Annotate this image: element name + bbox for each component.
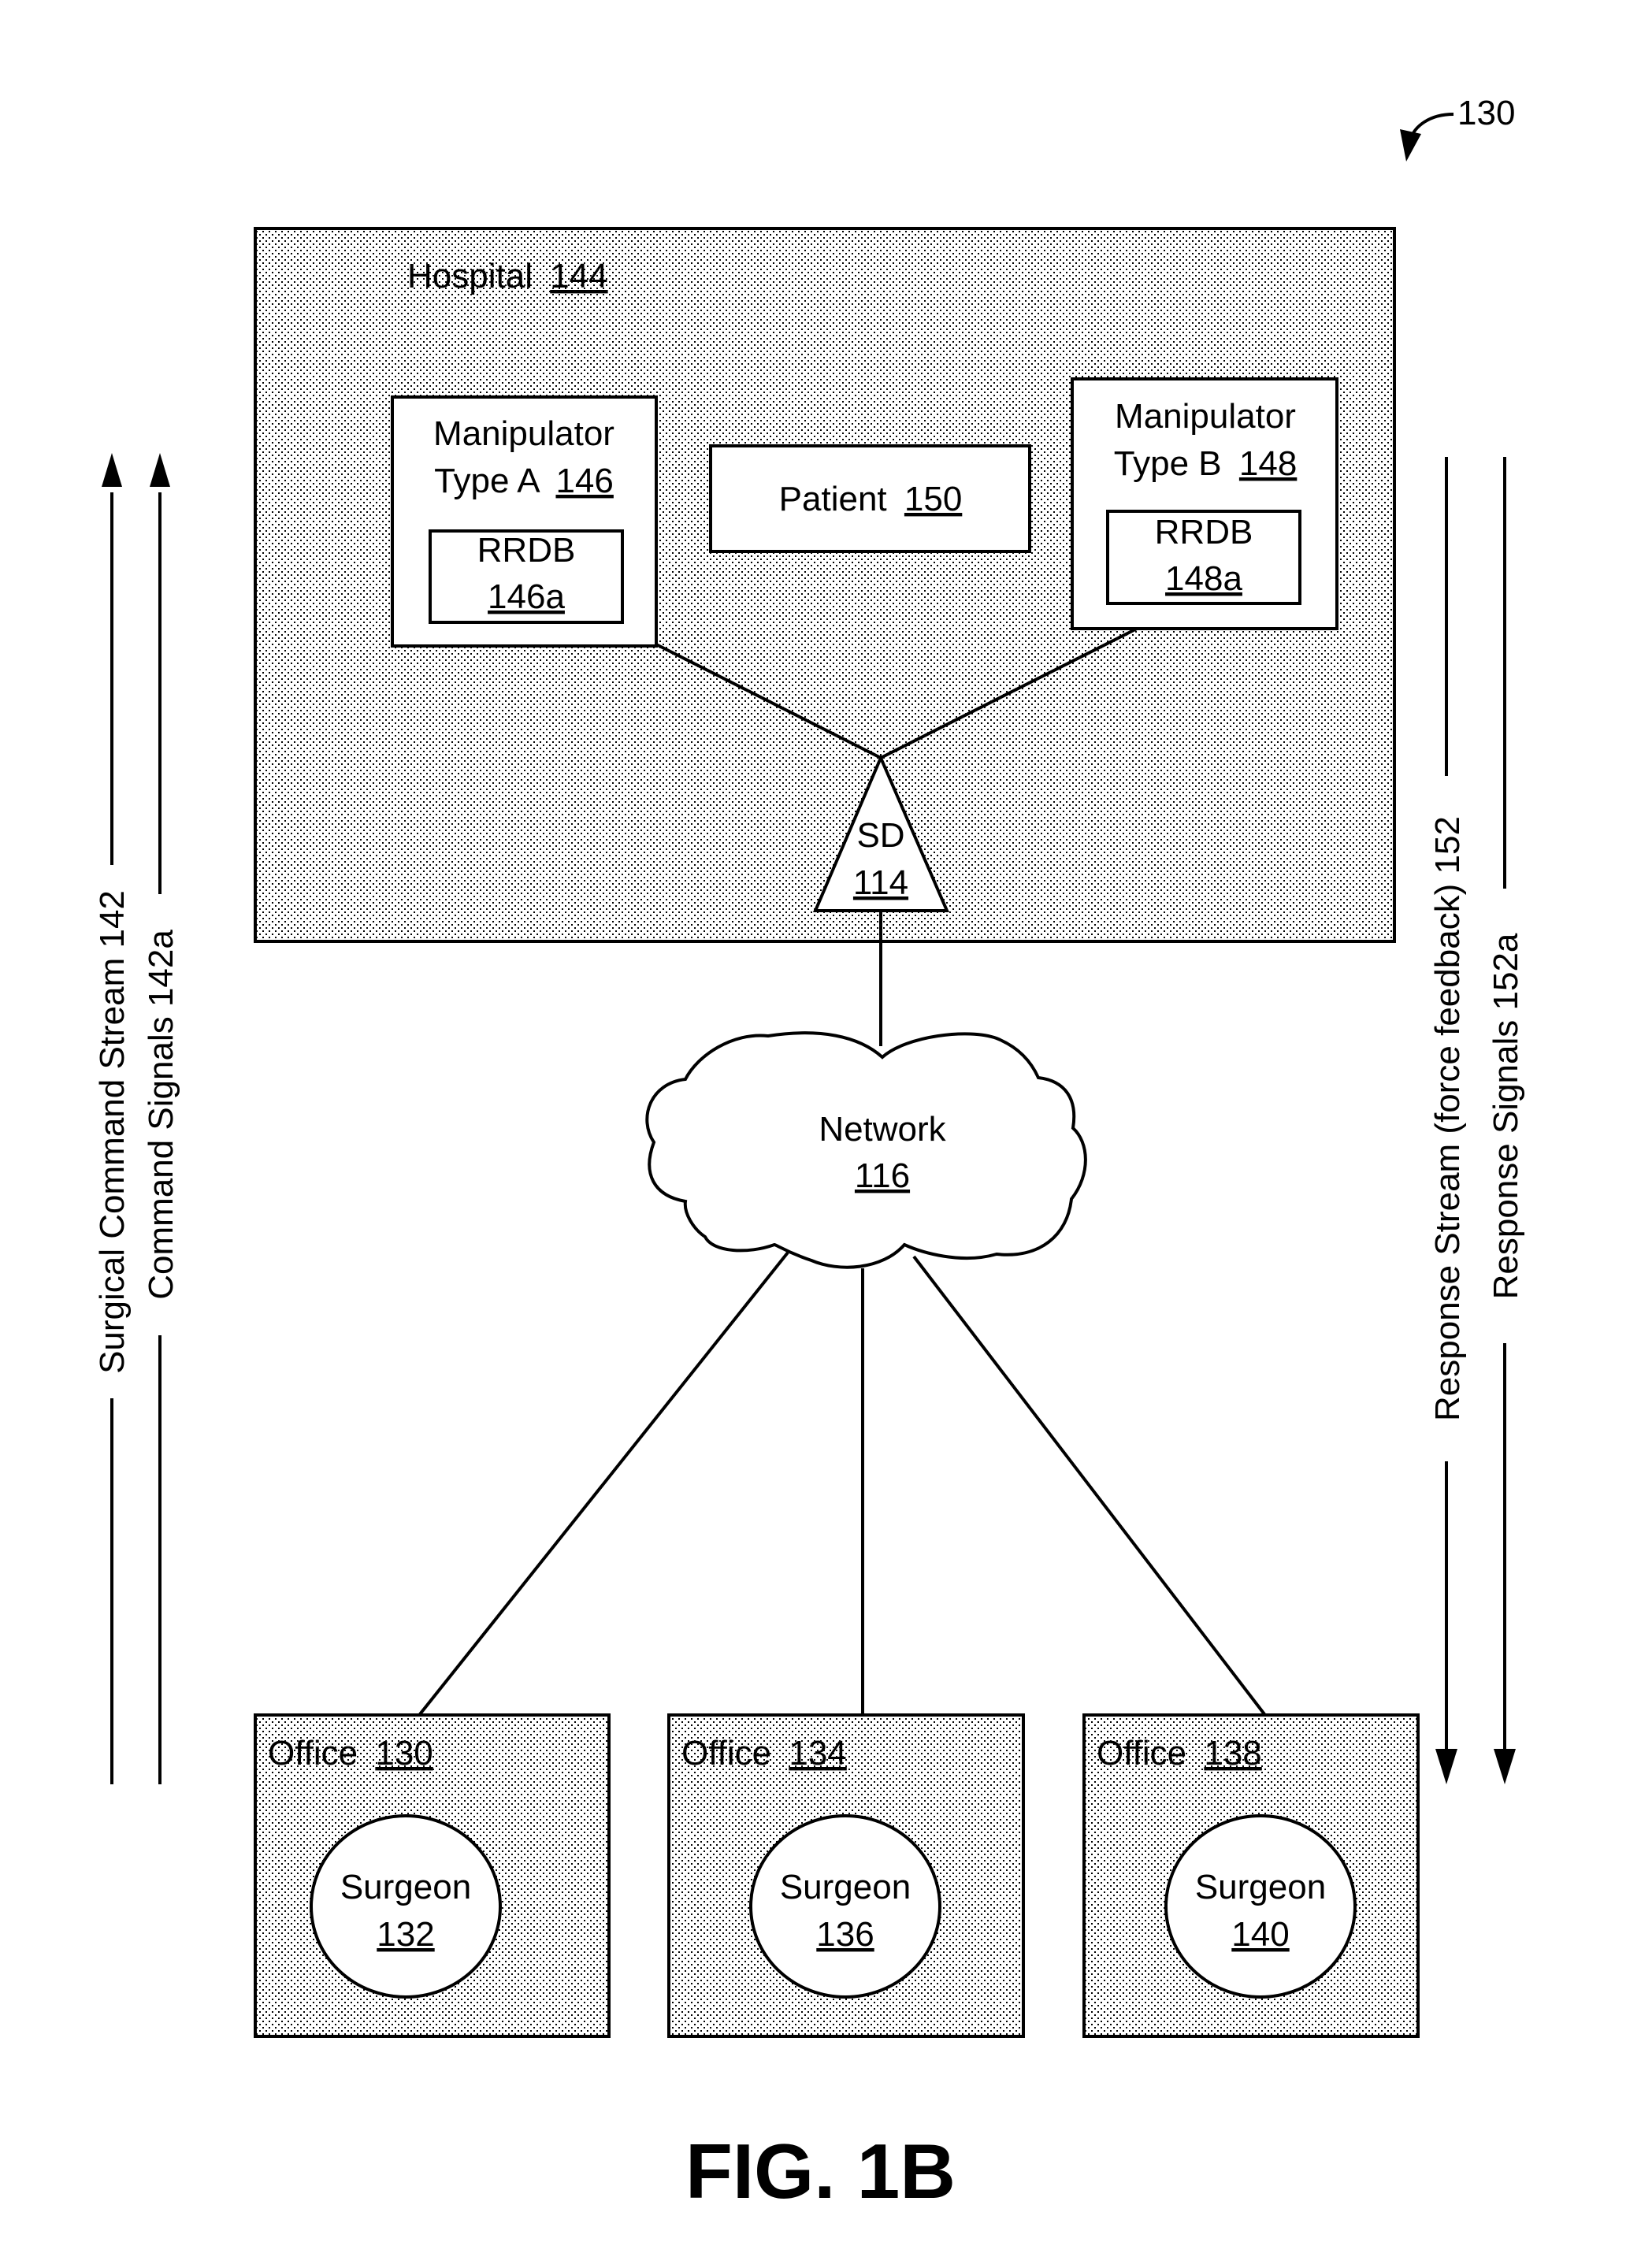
office-label: Office	[681, 1734, 771, 1772]
surgeon-132: Surgeon 132	[310, 1814, 502, 1999]
office-label: Office	[1097, 1734, 1186, 1772]
figure-ref-label: 130	[1457, 94, 1515, 132]
office-134: Office 134 Surgeon 136	[667, 1713, 1025, 2038]
office-ref: 138	[1204, 1734, 1261, 1772]
hospital-ref: 144	[550, 257, 607, 295]
sd-ref: 114	[853, 863, 908, 902]
office-ref: 130	[375, 1734, 433, 1772]
rrdb-b-ref: 148a	[1165, 559, 1242, 598]
response-signals-label: Response Signals 152a	[1487, 933, 1525, 1299]
manipulator-type-b: Manipulator Type B 148 RRDB 148a	[1071, 377, 1338, 630]
manipulator-b-ref: 148	[1239, 444, 1297, 483]
arrow-down-icon	[1435, 1749, 1457, 1784]
rrdb-b-label: RRDB	[1155, 513, 1253, 551]
surgeon-136: Surgeon 136	[749, 1814, 941, 1999]
svg-text:Office 138: Office 138	[1097, 1734, 1262, 1772]
hospital-label: Hospital	[407, 257, 533, 295]
manipulator-type-a: Manipulator Type A 146 RRDB 146a	[391, 395, 658, 648]
link-network-office-130	[418, 1251, 789, 1716]
arrowhead-icon	[1400, 129, 1421, 161]
svg-text:Office 134: Office 134	[681, 1734, 847, 1772]
command-signals-label: Command Signals 142a	[142, 930, 180, 1300]
arrow-down-icon	[1494, 1749, 1516, 1784]
network-ref: 116	[855, 1156, 910, 1195]
patient-ref: 150	[904, 480, 962, 518]
surgeon-label: Surgeon	[780, 1868, 911, 1906]
command-signals-arrow: Command Signals 142a	[142, 453, 180, 1784]
network-label: Network	[819, 1110, 946, 1149]
svg-text:Type A 146: Type A 146	[434, 462, 614, 500]
surgeon-ref: 132	[377, 1915, 434, 1954]
surgical-command-stream-label: Surgical Command Stream 142	[93, 890, 132, 1374]
response-stream-label: Response Stream (force feedback) 152	[1428, 816, 1467, 1421]
arrow-up-icon	[102, 453, 122, 487]
svg-text:Hospital 144: Hospital 144	[407, 257, 608, 295]
office-ref: 134	[789, 1734, 846, 1772]
figure-caption: FIG. 1B	[685, 2128, 956, 2214]
office-130: Office 130 Surgeon 132	[254, 1713, 611, 2038]
svg-text:Office 130: Office 130	[268, 1734, 433, 1772]
link-network-office-138	[912, 1255, 1266, 1716]
manipulator-b-line1: Manipulator	[1115, 397, 1296, 436]
manipulator-a-ref: 146	[555, 462, 613, 500]
office-138: Office 138 Surgeon 140	[1082, 1713, 1420, 2038]
manipulator-b-line2: Type B	[1114, 444, 1222, 483]
surgeon-ref: 140	[1231, 1915, 1289, 1954]
svg-text:Patient 150: Patient 150	[779, 480, 963, 518]
rrdb-a-label: RRDB	[477, 531, 576, 570]
patient-box: Patient 150	[709, 444, 1031, 553]
surgeon-140: Surgeon 140	[1164, 1814, 1357, 1999]
response-stream-arrow: Response Stream (force feedback) 152	[1428, 457, 1467, 1784]
svg-text:Type B 148: Type B 148	[1114, 444, 1298, 483]
manipulator-a-line1: Manipulator	[433, 414, 614, 453]
rrdb-b: RRDB 148a	[1106, 510, 1301, 605]
arrow-up-icon	[150, 453, 170, 487]
cloud-icon	[645, 1031, 1087, 1269]
surgeon-label: Surgeon	[340, 1868, 471, 1906]
system-diagram: 130 Hospital 144 Manipulator Type A 146 …	[93, 94, 1525, 2038]
surgical-command-stream-arrow: Surgical Command Stream 142	[93, 453, 132, 1784]
office-label: Office	[268, 1734, 358, 1772]
surgeon-label: Surgeon	[1195, 1868, 1326, 1906]
patient-label: Patient	[779, 480, 887, 518]
manipulator-a-line2: Type A	[434, 462, 540, 500]
surgeon-ref: 136	[816, 1915, 874, 1954]
rrdb-a: RRDB 146a	[429, 529, 624, 624]
network-cloud: Network 116	[645, 1031, 1087, 1269]
sd-label: SD	[856, 816, 904, 855]
response-signals-arrow: Response Signals 152a	[1487, 457, 1525, 1784]
figure-reference: 130	[1400, 94, 1515, 161]
rrdb-a-ref: 146a	[488, 577, 565, 616]
